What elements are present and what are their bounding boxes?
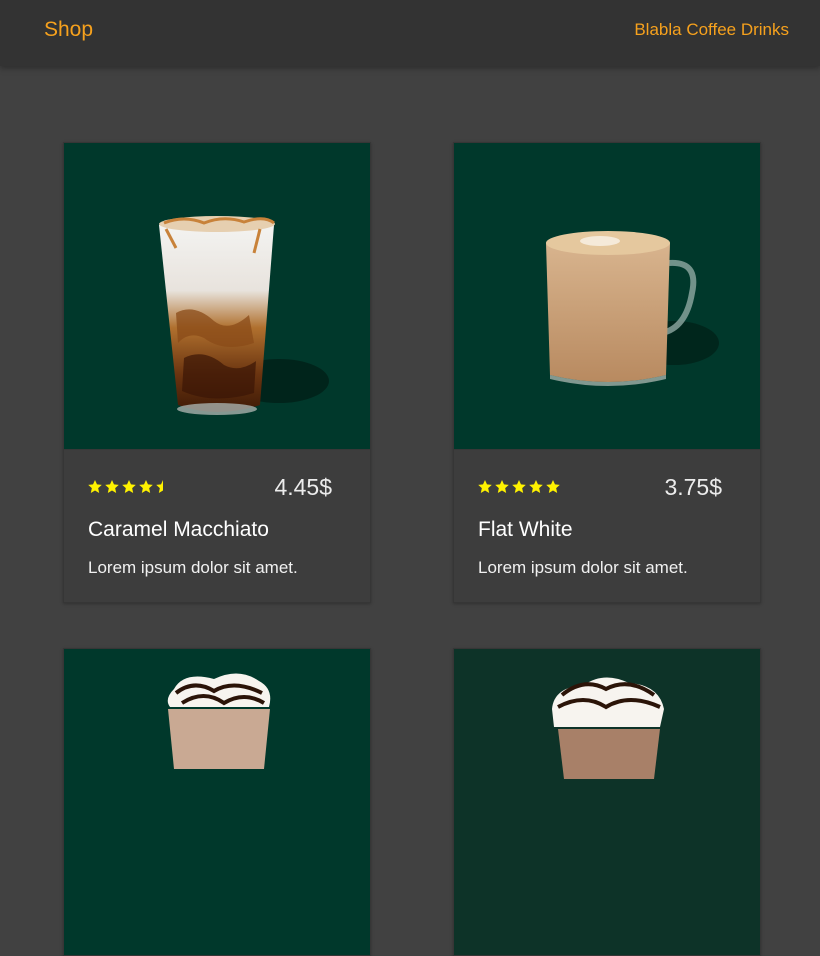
star-full-icon [88,480,102,493]
product-card-body: 4.45$ Caramel Macchiato Lorem ipsum dolo… [64,449,370,602]
flat-white-image [546,231,719,386]
star-full-icon [139,480,153,493]
mocha-frappuccino-image [552,677,664,779]
product-image [454,649,760,955]
product-card[interactable] [453,648,761,956]
star-half-icon [156,480,163,493]
product-card[interactable]: 3.75$ Flat White Lorem ipsum dolor sit a… [453,142,761,603]
product-price: 4.45$ [274,474,332,500]
nav-link-coffee-drinks[interactable]: Blabla Coffee Drinks [634,20,789,40]
product-image [64,143,370,449]
brand-link[interactable]: Shop [44,18,93,42]
top-navbar: Shop Blabla Coffee Drinks [0,0,820,66]
star-full-icon [122,480,136,493]
star-full-icon [529,480,543,493]
product-card[interactable]: 4.45$ Caramel Macchiato Lorem ipsum dolo… [63,142,371,603]
star-full-icon [546,480,560,493]
rating-stars [88,480,170,493]
product-description: Lorem ipsum dolor sit amet. [88,558,298,577]
product-image [64,649,370,955]
star-full-icon [105,480,119,493]
product-description: Lorem ipsum dolor sit amet. [478,558,688,577]
product-image [454,143,760,449]
rating-stars [478,480,560,493]
star-full-icon [495,480,509,493]
product-name: Caramel Macchiato [88,518,269,541]
caramel-macchiato-image [159,216,329,415]
product-name: Flat White [478,518,573,541]
product-price: 3.75$ [664,474,722,500]
product-card-body: 3.75$ Flat White Lorem ipsum dolor sit a… [454,449,760,602]
star-full-icon [512,480,526,493]
frappuccino-image [167,673,271,769]
product-card[interactable] [63,648,371,956]
star-full-icon [478,480,492,493]
